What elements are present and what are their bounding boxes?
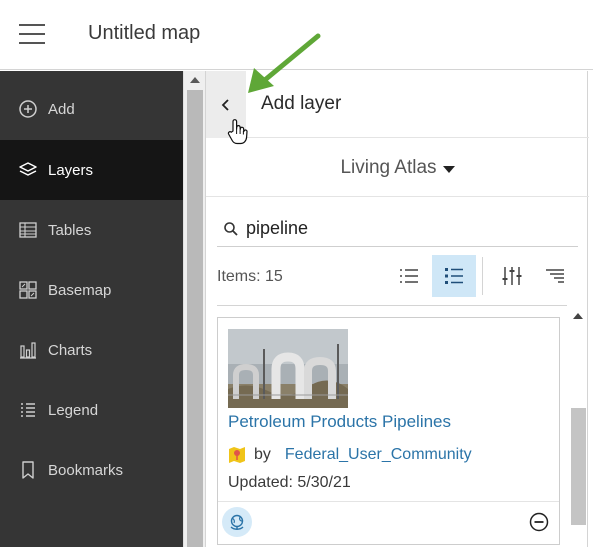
- by-label: by: [254, 446, 271, 463]
- search-icon: [224, 221, 238, 236]
- plus-circle-icon: [18, 99, 38, 119]
- nav-item-label: Tables: [48, 221, 92, 239]
- globe-icon: [230, 514, 244, 530]
- sort-icon: [546, 269, 564, 283]
- nav-item-label: Layers: [48, 161, 94, 179]
- back-button[interactable]: [206, 71, 246, 138]
- map-title[interactable]: Untitled map: [88, 22, 200, 45]
- layers-icon: [18, 160, 38, 180]
- nav-item-label: Legend: [48, 401, 99, 419]
- scroll-up-arrow-icon[interactable]: [190, 77, 200, 83]
- list-view-button[interactable]: [387, 255, 431, 297]
- detailed-list-icon: [445, 268, 463, 284]
- sliders-icon: [502, 267, 522, 285]
- legend-icon: [18, 400, 38, 420]
- nav-item-label: Charts: [48, 341, 93, 359]
- search-input[interactable]: [246, 218, 546, 239]
- scrollbar-thumb[interactable]: [187, 90, 203, 547]
- items-count: Items: 15: [217, 268, 283, 285]
- sort-button[interactable]: [533, 255, 577, 297]
- layer-thumbnail: [228, 329, 348, 408]
- nav-item-legend[interactable]: Legend: [0, 380, 183, 440]
- layer-title-link[interactable]: Petroleum Products Pipelines: [228, 412, 451, 432]
- nav-item-tables[interactable]: Tables: [0, 200, 183, 260]
- nav-scrollbar[interactable]: [183, 71, 205, 547]
- nav-item-label: Basemap: [48, 281, 112, 299]
- source-dropdown[interactable]: Living Atlas: [206, 139, 589, 197]
- basemap-icon: [18, 280, 38, 300]
- owner-row: by Federal_User_Community: [228, 444, 472, 466]
- side-nav: Add Layers Tables Basemap Charts Legend: [0, 71, 183, 547]
- chevron-left-icon: [221, 98, 229, 111]
- nav-item-charts[interactable]: Charts: [0, 320, 183, 380]
- app-header: Untitled map: [0, 0, 593, 70]
- nav-item-bookmarks[interactable]: Bookmarks: [0, 440, 183, 500]
- detailed-list-view-button[interactable]: [432, 255, 476, 297]
- remove-circle-icon[interactable]: [529, 512, 549, 532]
- nav-item-label: Add: [48, 100, 75, 118]
- owner-link[interactable]: Federal_User_Community: [285, 446, 472, 464]
- scroll-up-arrow-icon[interactable]: [573, 313, 583, 319]
- list-icon: [400, 269, 418, 283]
- toolbar-divider: [482, 257, 483, 295]
- result-card[interactable]: Petroleum Products Pipelines by Federal_…: [217, 317, 560, 545]
- table-icon: [18, 220, 38, 240]
- search-box: [217, 211, 578, 247]
- source-label: Living Atlas: [340, 156, 437, 178]
- nav-item-layers[interactable]: Layers: [0, 140, 183, 200]
- bookmark-icon: [18, 460, 38, 480]
- map-layer-icon: [229, 447, 245, 463]
- scrollbar-thumb[interactable]: [571, 408, 586, 525]
- add-layer-panel: Add layer Living Atlas Items: 15: [205, 71, 589, 547]
- filter-button[interactable]: [490, 255, 534, 297]
- hamburger-menu-icon[interactable]: [19, 24, 45, 46]
- updated-date: Updated: 5/30/21: [228, 474, 351, 491]
- card-footer: [218, 501, 559, 544]
- nav-item-basemap[interactable]: Basemap: [0, 260, 183, 320]
- caret-down-icon: [442, 165, 455, 173]
- results-scrollbar[interactable]: [569, 307, 587, 547]
- nav-item-label: Bookmarks: [48, 461, 124, 479]
- results-divider: [217, 305, 567, 306]
- panel-header: Add layer: [206, 71, 589, 138]
- nav-item-add[interactable]: Add: [0, 79, 183, 139]
- chart-icon: [18, 340, 38, 360]
- details-button[interactable]: [222, 507, 252, 537]
- panel-title: Add layer: [261, 93, 342, 114]
